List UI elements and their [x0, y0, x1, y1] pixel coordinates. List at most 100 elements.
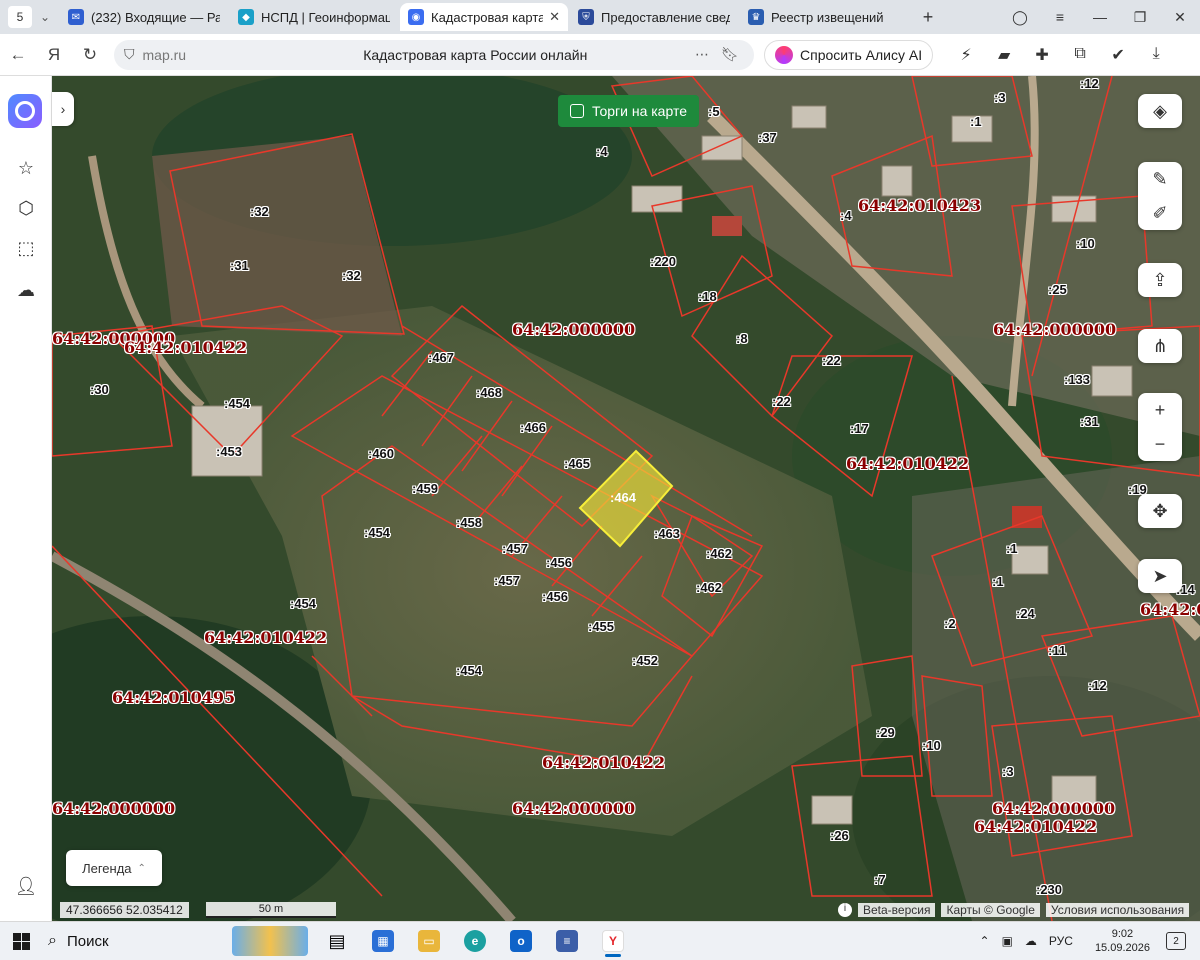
- parcel-label[interactable]: :463: [654, 526, 680, 541]
- url-field[interactable]: ⛉ map.ru Кадастровая карта России онлайн…: [114, 39, 754, 70]
- reload-icon[interactable]: ↻: [72, 45, 108, 65]
- ruler-icon[interactable]: ✎: [1138, 162, 1182, 196]
- parcel-label[interactable]: :25: [1048, 282, 1067, 297]
- document-app-icon[interactable]: ≡: [544, 923, 590, 959]
- close-tab-icon[interactable]: ✕: [549, 9, 560, 25]
- parcel-label[interactable]: :457: [494, 573, 520, 588]
- navigation-arrow-icon[interactable]: ➤: [1138, 559, 1182, 593]
- checkbox-icon[interactable]: [570, 104, 584, 118]
- parcel-label[interactable]: :22: [772, 394, 791, 409]
- parcel-label[interactable]: :31: [230, 258, 249, 273]
- parcel-label[interactable]: :7: [874, 872, 886, 887]
- cadastral-block-label[interactable]: 64:42:010422: [124, 338, 247, 357]
- star-icon[interactable]: ☆: [12, 154, 40, 182]
- zoom-out-icon[interactable]: −: [1138, 427, 1182, 461]
- parcel-label[interactable]: :459: [412, 481, 438, 496]
- cadastral-block-label[interactable]: 64:42:010422: [542, 753, 665, 772]
- profile-icon[interactable]: ◯: [1000, 9, 1040, 26]
- yandex-browser-icon[interactable]: Y: [590, 923, 636, 959]
- selected-parcel-label[interactable]: :464: [610, 490, 636, 505]
- share-button[interactable]: ⋔: [1138, 329, 1182, 363]
- share-icon[interactable]: ⋔: [1138, 329, 1182, 363]
- geolocation-button[interactable]: ➤: [1138, 559, 1182, 593]
- expand-sidebar-icon[interactable]: ›: [52, 92, 74, 126]
- parcel-label[interactable]: :37: [758, 130, 777, 145]
- parcel-label[interactable]: :456: [546, 555, 572, 570]
- parcel-label[interactable]: :1: [970, 114, 982, 129]
- layers-icon[interactable]: ◈: [1138, 94, 1182, 128]
- parcel-label[interactable]: :5: [708, 104, 720, 119]
- cadastral-block-label[interactable]: 64:42:010422: [974, 817, 1097, 836]
- parcel-label[interactable]: :32: [342, 268, 361, 283]
- parcel-label[interactable]: :454: [456, 663, 482, 678]
- cadastral-block-label[interactable]: 64:42:000000: [993, 320, 1116, 339]
- pan-button[interactable]: ✥: [1138, 494, 1182, 528]
- parcel-label[interactable]: :1: [992, 574, 1004, 589]
- file-explorer-icon[interactable]: ▭: [406, 923, 452, 959]
- zoom-in-icon[interactable]: +: [1138, 393, 1182, 427]
- cadastral-block-label[interactable]: 64:42:010422: [846, 454, 969, 473]
- cadastral-block-label[interactable]: 64:42:010422: [204, 628, 327, 647]
- legend-button[interactable]: Легенда ⌃: [66, 850, 162, 886]
- parcel-label[interactable]: :3: [994, 90, 1006, 105]
- cadastral-block-label[interactable]: 64:42:010423: [858, 196, 981, 215]
- parcel-label[interactable]: :2: [944, 616, 956, 631]
- more-icon[interactable]: ⋯: [688, 46, 716, 63]
- cadastral-block-label[interactable]: 64:42:000000: [512, 320, 635, 339]
- parcel-label[interactable]: :230: [1036, 882, 1062, 897]
- parcel-label[interactable]: :12: [1080, 76, 1099, 91]
- parcel-label[interactable]: :32: [250, 204, 269, 219]
- camera-icon[interactable]: ▣: [1002, 934, 1013, 948]
- parcel-label[interactable]: :4: [596, 144, 608, 159]
- edit-icon[interactable]: ✐: [1138, 196, 1182, 230]
- parcel-label[interactable]: :465: [564, 456, 590, 471]
- tab-nspd[interactable]: ◆ НСПД | Геоинформац: [230, 3, 398, 31]
- restore-icon[interactable]: ❐: [1120, 9, 1160, 26]
- parcel-label[interactable]: :466: [520, 420, 546, 435]
- parcel-label[interactable]: :18: [698, 289, 717, 304]
- parcel-label[interactable]: :460: [368, 446, 394, 461]
- parcel-label[interactable]: :456: [542, 589, 568, 604]
- parcel-label[interactable]: :455: [588, 619, 614, 634]
- parcel-label[interactable]: :11: [1048, 643, 1066, 658]
- parcel-label[interactable]: :452: [632, 653, 658, 668]
- parcel-label[interactable]: :29: [876, 725, 895, 740]
- parcel-label[interactable]: :10: [922, 738, 941, 753]
- user-icon[interactable]: 👤︎: [12, 872, 40, 900]
- tab-count-badge[interactable]: 5: [8, 6, 32, 28]
- beta-label[interactable]: Beta-версия: [858, 903, 936, 917]
- chevron-up-tray-icon[interactable]: ⌃: [980, 934, 990, 948]
- cadastral-block-label[interactable]: 64:42:010495: [112, 688, 235, 707]
- parcel-label[interactable]: :22: [822, 353, 841, 368]
- parcel-label[interactable]: :467: [428, 350, 454, 365]
- collections-icon[interactable]: ⧉: [1061, 45, 1099, 65]
- cloud-upload-icon[interactable]: ⇪: [1138, 263, 1182, 297]
- tabs-dropdown-icon[interactable]: ⌄: [32, 10, 58, 24]
- parcel-label[interactable]: :457: [502, 541, 528, 556]
- cadastral-block-label[interactable]: 64:42:000000: [512, 799, 635, 818]
- network-icon[interactable]: ☁: [1025, 934, 1037, 948]
- layers-button[interactable]: ◈: [1138, 94, 1182, 128]
- parcel-label[interactable]: :454: [290, 596, 316, 611]
- parcel-label[interactable]: :8: [736, 331, 748, 346]
- tab-rosreestr[interactable]: ⛨ Предоставление свед: [570, 3, 738, 31]
- cadastral-block-label[interactable]: 64:42:0: [1140, 600, 1200, 619]
- tab-cadastral-map[interactable]: ◉ Кадастровая карта ✕: [400, 3, 568, 31]
- select-area-icon[interactable]: ⬚: [12, 234, 40, 262]
- bookmark-icon[interactable]: 🔖︎: [716, 46, 744, 63]
- parcel-label[interactable]: :1: [1006, 541, 1018, 556]
- parcel-label[interactable]: :453: [216, 444, 242, 459]
- notifications-icon[interactable]: 2: [1166, 932, 1186, 950]
- back-icon[interactable]: ←: [0, 45, 36, 65]
- tab-registry[interactable]: ♛ Реестр извещений: [740, 3, 908, 31]
- menu-icon[interactable]: ≡: [1040, 9, 1080, 25]
- move-icon[interactable]: ✥: [1138, 494, 1182, 528]
- clock[interactable]: 9:02 15.09.2026: [1089, 927, 1156, 955]
- tab-mail[interactable]: ✉ (232) Входящие — Рам: [60, 3, 228, 31]
- cadastral-block-label[interactable]: 64:42:000000: [52, 799, 175, 818]
- taskbar-search[interactable]: ⌕ Поиск: [42, 926, 232, 956]
- parcel-label[interactable]: :462: [696, 580, 722, 595]
- parcel-label[interactable]: :468: [476, 385, 502, 400]
- shield-check-icon[interactable]: ✔: [1099, 45, 1137, 65]
- parcel-label[interactable]: :462: [706, 546, 732, 561]
